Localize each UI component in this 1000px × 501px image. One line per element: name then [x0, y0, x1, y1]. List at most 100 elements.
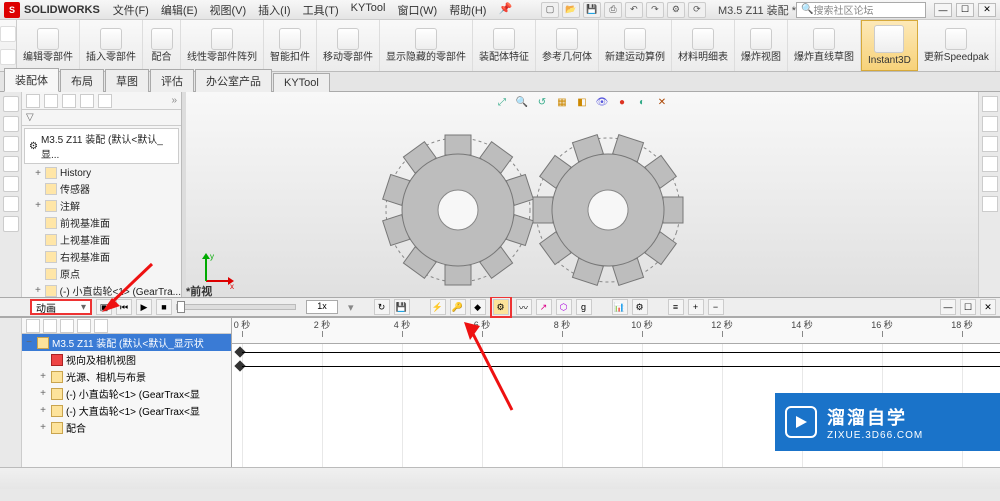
timeline-tree[interactable]: −M3.5 Z11 装配 (默认<默认_显示状 视向及相机视图 +光源、相机与布…	[22, 318, 232, 467]
ribbon-smart-fasteners[interactable]: 智能扣件	[264, 20, 317, 71]
tl-node-gear2[interactable]: +(-) 大直齿轮<1> (GearTrax<显	[36, 402, 231, 419]
slider-thumb[interactable]	[177, 301, 185, 313]
ribbon-insert-part[interactable]: 插入零部件	[80, 20, 143, 71]
ft-node-origin[interactable]: 原点	[34, 265, 181, 282]
qab-redo-icon[interactable]: ↷	[646, 2, 664, 18]
tab-layout[interactable]: 布局	[60, 69, 104, 92]
tl-filter-icon[interactable]	[77, 319, 91, 333]
zoom-out-button[interactable]: −	[708, 299, 724, 315]
play-button[interactable]: ▶	[136, 299, 152, 315]
menu-view[interactable]: 视图(V)	[205, 0, 252, 20]
tl-node-mates[interactable]: +配合	[36, 419, 231, 436]
tab-sketch[interactable]: 草图	[105, 69, 149, 92]
ft-tab-icon[interactable]	[98, 94, 112, 108]
gutter-icon[interactable]	[3, 136, 19, 152]
loop-button[interactable]: ↻	[374, 299, 390, 315]
tl-filter-icon[interactable]	[94, 319, 108, 333]
qab-new-icon[interactable]: ▢	[541, 2, 559, 18]
menu-pin-icon[interactable]: 📌	[493, 0, 517, 20]
ribbon-explode-sketch[interactable]: 爆炸直线草图	[788, 20, 861, 71]
qab-options-icon[interactable]: ⚙	[667, 2, 685, 18]
save-animation-button[interactable]: 💾	[394, 299, 410, 315]
ribbon-assembly-feature[interactable]: 装配体特征	[473, 20, 536, 71]
stop-button[interactable]: ■	[156, 299, 172, 315]
ft-node-gear1[interactable]: +(-) 小直齿轮<1> (GearTra...	[34, 282, 181, 297]
ft-tab-icon[interactable]	[44, 94, 58, 108]
qab-rebuild-icon[interactable]: ⟳	[688, 2, 706, 18]
restore-button[interactable]: ☐	[956, 3, 974, 17]
taskpane-icon[interactable]	[982, 116, 998, 132]
graphics-viewport[interactable]: ⤢ 🔍 ↺ ▦ ◧ 👁 ● ◐ ✕	[186, 92, 978, 297]
qab-print-icon[interactable]: ⎙	[604, 2, 622, 18]
ft-node-right-plane[interactable]: 右视基准面	[34, 248, 181, 265]
timeline-ruler[interactable]: 0 秒 2 秒 4 秒 6 秒 8 秒 10 秒 12 秒 14 秒 16 秒 …	[232, 318, 1000, 344]
ft-root-node[interactable]: ⚙ M3.5 Z11 装配 (默认<默认_显...	[24, 128, 179, 164]
ft-tab-icon[interactable]	[62, 94, 76, 108]
ft-collapse-icon[interactable]: »	[171, 95, 177, 106]
ft-node-top-plane[interactable]: 上视基准面	[34, 231, 181, 248]
autokey-button[interactable]: 🔑	[450, 299, 466, 315]
qab-undo-icon[interactable]: ↶	[625, 2, 643, 18]
tl-filter-icon[interactable]	[43, 319, 57, 333]
taskpane-icon[interactable]	[982, 156, 998, 172]
gutter-icon[interactable]	[3, 156, 19, 172]
ft-filter[interactable]: ▽	[22, 110, 181, 126]
taskpane-icon[interactable]	[982, 196, 998, 212]
properties-button[interactable]: ⚙	[632, 299, 648, 315]
calculate-button[interactable]: ▣	[96, 299, 112, 315]
motion-type-dropdown[interactable]: 动画 ▾	[30, 299, 92, 315]
tab-office[interactable]: 办公室产品	[195, 69, 272, 92]
gutter-icon[interactable]	[3, 196, 19, 212]
collapse-button[interactable]: ≡	[668, 299, 684, 315]
tab-evaluate[interactable]: 评估	[150, 69, 194, 92]
ft-tab-icon[interactable]	[80, 94, 94, 108]
motor-button[interactable]: ⚙	[493, 299, 509, 315]
menu-file[interactable]: 文件(F)	[108, 0, 154, 20]
gutter-icon[interactable]	[3, 96, 19, 112]
menu-insert[interactable]: 插入(I)	[253, 0, 295, 20]
playback-speed[interactable]: 1x	[306, 300, 338, 314]
taskpane-icon[interactable]	[982, 176, 998, 192]
taskpane-icon[interactable]	[982, 136, 998, 152]
ft-node-history[interactable]: +History	[34, 166, 181, 180]
mdi-min-icon[interactable]: —	[940, 299, 956, 315]
addkey-button[interactable]: ◆	[470, 299, 486, 315]
zoom-in-button[interactable]: +	[688, 299, 704, 315]
vtool-icon[interactable]	[0, 49, 16, 65]
menu-tools[interactable]: 工具(T)	[298, 0, 344, 20]
mdi-max-icon[interactable]: ☐	[960, 299, 976, 315]
spring-button[interactable]: 〰	[516, 299, 532, 315]
play-start-button[interactable]: ⏮	[116, 299, 132, 315]
ribbon-mate[interactable]: 配合	[143, 20, 181, 71]
feature-manager-tree[interactable]: » ▽ ⚙ M3.5 Z11 装配 (默认<默认_显... +History 传…	[22, 92, 182, 297]
ribbon-move-part[interactable]: 移动零部件	[317, 20, 380, 71]
vp-hide-icon[interactable]: ✕	[654, 94, 670, 110]
results-button[interactable]: 📊	[612, 299, 628, 315]
ribbon-exploded[interactable]: 爆炸视图	[735, 20, 788, 71]
menu-window[interactable]: 窗口(W)	[392, 0, 442, 20]
gutter-icon[interactable]	[3, 216, 19, 232]
ribbon-show-hide[interactable]: 显示隐藏的零部件	[380, 20, 473, 71]
tab-assembly[interactable]: 装配体	[4, 68, 59, 92]
tl-filter-icon[interactable]	[26, 319, 40, 333]
gravity-button[interactable]: g	[576, 299, 592, 315]
menu-kytool[interactable]: KYTool	[346, 0, 391, 20]
taskpane-icon[interactable]	[982, 96, 998, 112]
vp-rotate-icon[interactable]: ↺	[534, 94, 550, 110]
menu-help[interactable]: 帮助(H)	[444, 0, 491, 20]
tl-node-gear1[interactable]: +(-) 小直齿轮<1> (GearTrax<显	[36, 385, 231, 402]
close-button[interactable]: ✕	[978, 3, 996, 17]
ribbon-snapshot[interactable]: 拍快照	[996, 20, 1000, 71]
ft-node-annotations[interactable]: +注解	[34, 197, 181, 214]
ribbon-instant3d[interactable]: Instant3D	[861, 20, 918, 71]
vp-visibility-icon[interactable]: 👁	[594, 94, 610, 110]
ribbon-ref-geom[interactable]: 参考几何体	[536, 20, 599, 71]
vp-appearance-icon[interactable]: ●	[614, 94, 630, 110]
menu-edit[interactable]: 编辑(E)	[156, 0, 203, 20]
ribbon-bom[interactable]: 材料明细表	[672, 20, 735, 71]
vp-zoom-fit-icon[interactable]: ⤢	[494, 94, 510, 110]
ft-node-front-plane[interactable]: 前视基准面	[34, 214, 181, 231]
ribbon-linear-pattern[interactable]: 线性零部件阵列	[181, 20, 264, 71]
playback-slider[interactable]	[176, 304, 296, 310]
qab-save-icon[interactable]: 💾	[583, 2, 601, 18]
